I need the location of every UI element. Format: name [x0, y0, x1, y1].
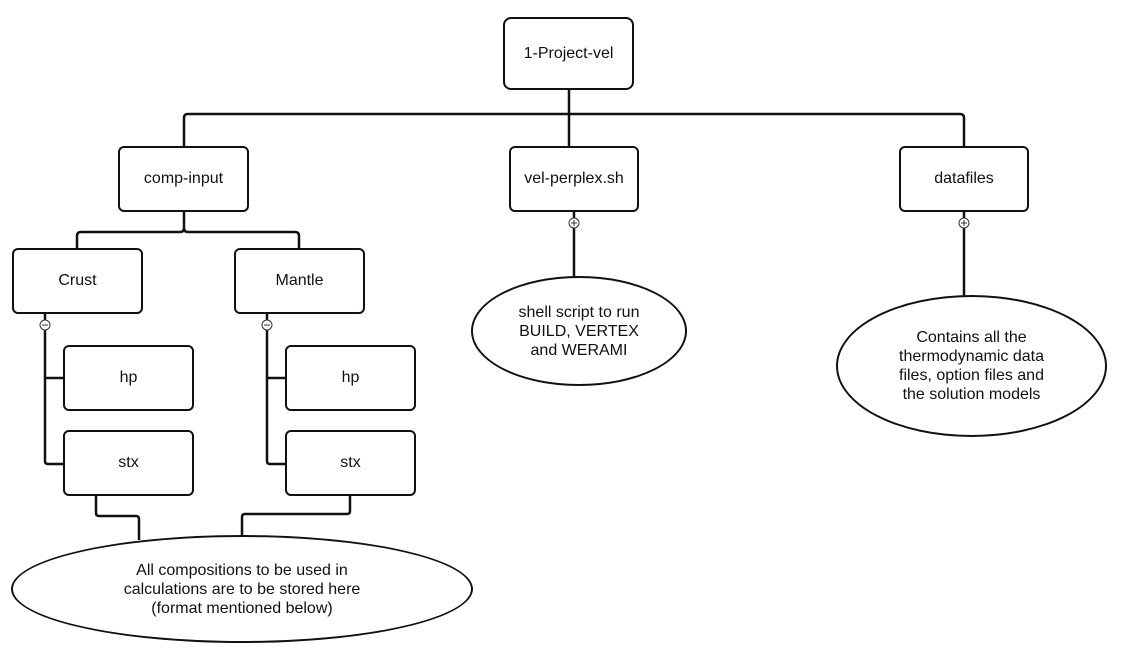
mantle-hp-node[interactable]: hp	[285, 345, 416, 411]
comp-input-node[interactable]: comp-input	[118, 146, 249, 212]
datafiles-label: datafiles	[934, 170, 994, 187]
expand-plus-icon[interactable]	[568, 217, 580, 229]
vel-perplex-node[interactable]: vel-perplex.sh	[509, 146, 639, 212]
root-node-label: 1-Project-vel	[523, 44, 614, 62]
crust-stx-label: stx	[118, 454, 139, 471]
comp-input-label: comp-input	[143, 170, 224, 187]
shell-script-note-text: shell script to run BUILD, VERTEX and WE…	[518, 303, 640, 359]
mantle-stx-label: stx	[340, 454, 361, 471]
connector-comp-mantle	[182, 227, 301, 248]
datafiles-note-text: Contains all the thermodynamic data file…	[899, 329, 1044, 403]
crust-node[interactable]: Crust	[12, 248, 143, 314]
datafiles-node[interactable]: datafiles	[899, 146, 1029, 212]
mantle-node[interactable]: Mantle	[234, 248, 365, 314]
compositions-note-text: All compositions to be used in calculati…	[123, 561, 361, 617]
crust-hp-node[interactable]: hp	[63, 345, 194, 411]
crust-hp-label: hp	[119, 369, 138, 386]
crust-label: Crust	[58, 272, 97, 289]
connector-crust-children	[43, 313, 63, 466]
expand-plus-icon[interactable]	[958, 217, 970, 229]
mantle-stx-node[interactable]: stx	[285, 430, 416, 496]
connector-mantle-children	[265, 313, 285, 466]
connector-comp-input-bus	[75, 211, 186, 248]
connector-root-bus	[182, 112, 966, 146]
datafiles-note: Contains all the thermodynamic data file…	[836, 295, 1107, 437]
compositions-note: All compositions to be used in calculati…	[11, 535, 473, 643]
connector-crust-stx-note	[94, 494, 141, 540]
collapse-minus-icon[interactable]	[39, 319, 51, 331]
mantle-label: Mantle	[275, 272, 324, 289]
mantle-hp-label: hp	[341, 369, 360, 386]
root-node[interactable]: 1-Project-vel	[503, 17, 634, 90]
connector-mantle-stx-note	[240, 494, 352, 537]
crust-stx-node[interactable]: stx	[63, 430, 194, 496]
collapse-minus-icon[interactable]	[261, 319, 273, 331]
shell-script-note: shell script to run BUILD, VERTEX and WE…	[471, 276, 687, 386]
vel-perplex-label: vel-perplex.sh	[524, 170, 624, 187]
